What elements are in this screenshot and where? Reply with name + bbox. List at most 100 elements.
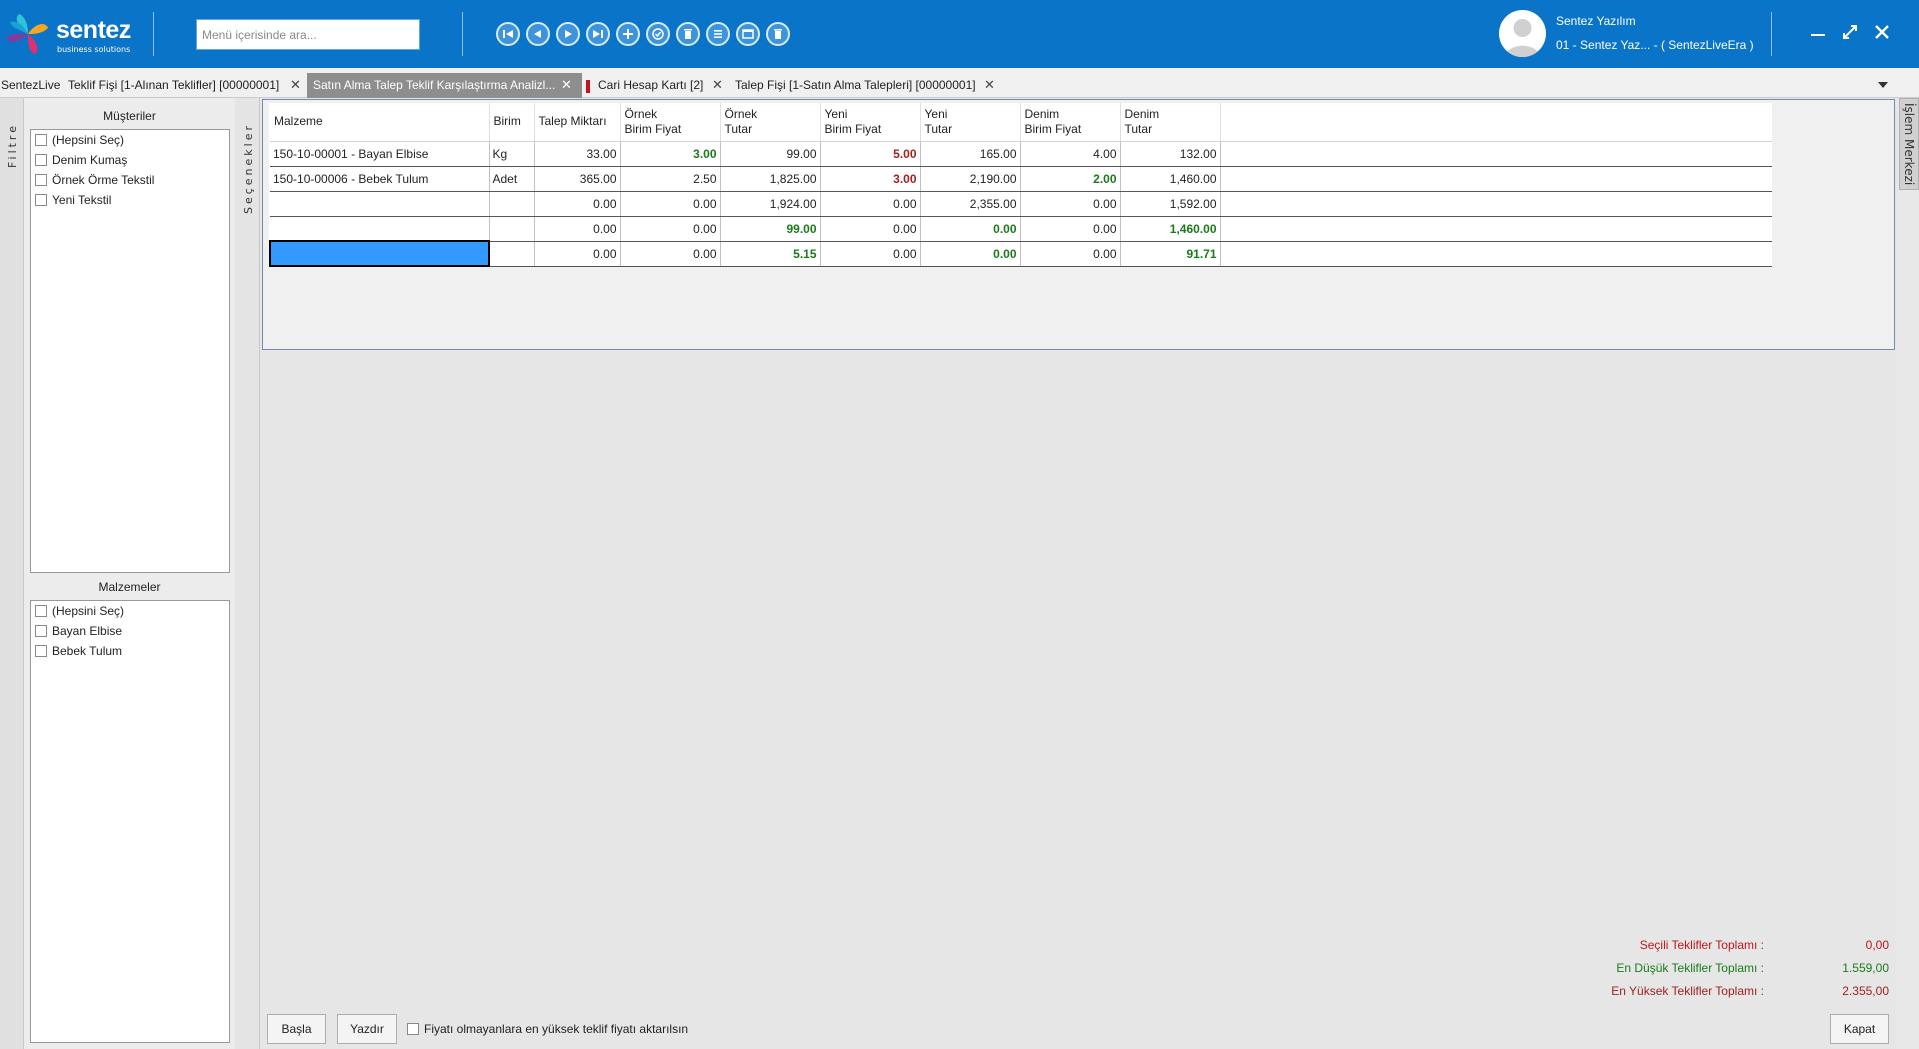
table-cell[interactable] <box>489 216 535 242</box>
tab-karsilastirma-analizi[interactable]: Satın Alma Talep Teklif Karşılaştırma An… <box>307 73 582 98</box>
table-cell[interactable]: 99.00 <box>720 141 821 167</box>
table-cell[interactable]: 1,825.00 <box>720 166 821 192</box>
table-cell[interactable]: Kg <box>489 141 535 167</box>
operations-center-label[interactable]: İşlem Merkezi <box>1902 103 1916 185</box>
previous-icon[interactable] <box>526 22 550 46</box>
tab-teklif-fisi[interactable]: Teklif Fişi [1-Alınan Teklifler] [000000… <box>68 73 279 98</box>
column-header[interactable]: Malzeme <box>270 103 490 142</box>
table-cell[interactable] <box>269 240 490 267</box>
print-button[interactable]: Yazdır <box>337 1014 397 1044</box>
table-cell[interactable]: 2.00 <box>1020 166 1121 192</box>
table-cell[interactable]: 3.00 <box>620 141 721 167</box>
table-row[interactable]: 0.00 0.00 1,924.00 0.00 2,355.00 0.00 1,592.00 <box>270 191 1772 217</box>
table-row[interactable]: 150-10-00001 - Bayan Elbise Kg 33.00 3.00 99… <box>270 141 1772 167</box>
maximize-icon[interactable] <box>1840 22 1860 42</box>
column-header[interactable]: Denim Tutar <box>1120 103 1221 142</box>
user-avatar[interactable] <box>1499 10 1546 57</box>
table-cell[interactable]: 150-10-00006 - Bebek Tulum <box>270 166 490 192</box>
minimize-icon[interactable] <box>1808 22 1828 42</box>
checkbox[interactable] <box>35 154 47 166</box>
window-icon[interactable] <box>736 22 760 46</box>
table-row[interactable]: 0.00 0.00 5.15 0.00 0.00 0.00 91.71 <box>269 240 1772 267</box>
next-icon[interactable] <box>556 22 580 46</box>
list-item[interactable]: Yeni Tekstil <box>31 190 229 210</box>
operations-center-tab[interactable]: İşlem Merkezi <box>1899 98 1919 190</box>
list-item[interactable]: (Hepsini Seç) <box>31 130 229 150</box>
table-cell[interactable]: 150-10-00001 - Bayan Elbise <box>270 141 490 167</box>
table-cell[interactable]: 0.00 <box>534 241 621 267</box>
list-item[interactable]: Bebek Tulum <box>31 641 229 661</box>
table-cell[interactable]: 132.00 <box>1120 141 1221 167</box>
approve-icon[interactable] <box>646 22 670 46</box>
table-cell[interactable]: 2.50 <box>620 166 721 192</box>
tab-talep-fisi[interactable]: Talep Fişi [1-Satın Alma Talepleri] [000… <box>735 73 976 98</box>
tab-sentezlive[interactable]: SentezLive <box>1 73 60 98</box>
trash-icon[interactable] <box>766 22 790 46</box>
column-header[interactable]: Birim <box>489 103 535 142</box>
options-label[interactable]: Seçenekler <box>242 123 255 214</box>
table-cell[interactable]: 0.00 <box>920 241 1021 267</box>
first-icon[interactable] <box>496 22 520 46</box>
table-cell[interactable]: 0.00 <box>1020 216 1121 242</box>
table-cell[interactable] <box>489 191 535 217</box>
column-header[interactable]: Yeni Birim Fiyat <box>820 103 921 142</box>
column-header[interactable]: Denim Birim Fiyat <box>1020 103 1121 142</box>
start-button[interactable]: Başla <box>267 1014 326 1044</box>
list-icon[interactable] <box>706 22 730 46</box>
table-cell[interactable]: 33.00 <box>534 141 621 167</box>
filter-strip[interactable]: Filtre <box>0 98 24 1049</box>
table-cell[interactable]: 99.00 <box>720 216 821 242</box>
delete-icon[interactable] <box>676 22 700 46</box>
table-cell[interactable]: 0.00 <box>620 191 721 217</box>
table-cell[interactable]: 4.00 <box>1020 141 1121 167</box>
tab-close-icon[interactable]: ✕ <box>561 73 572 98</box>
table-cell[interactable]: 1,592.00 <box>1120 191 1221 217</box>
checkbox[interactable] <box>35 194 47 206</box>
table-cell[interactable]: 0.00 <box>1020 191 1121 217</box>
table-cell[interactable]: 0.00 <box>820 241 921 267</box>
checkbox[interactable] <box>35 174 47 186</box>
table-cell[interactable]: 91.71 <box>1120 241 1221 267</box>
options-strip[interactable]: Seçenekler <box>235 98 260 1049</box>
table-row[interactable]: 150-10-00006 - Bebek Tulum Adet 365.00 2.50… <box>270 166 1772 192</box>
table-cell[interactable] <box>270 216 490 242</box>
table-row[interactable]: 0.00 0.00 99.00 0.00 0.00 0.00 1,460.00 <box>270 216 1772 242</box>
tab-close-icon[interactable]: ✕ <box>712 73 723 98</box>
table-cell[interactable]: 1,460.00 <box>1120 166 1221 192</box>
last-icon[interactable] <box>586 22 610 46</box>
list-item[interactable]: Denim Kumaş <box>31 150 229 170</box>
table-cell[interactable]: 0.00 <box>620 241 721 267</box>
transfer-highest-price-checkbox[interactable] <box>407 1023 419 1035</box>
table-cell[interactable]: 0.00 <box>534 216 621 242</box>
close-icon[interactable] <box>1872 22 1892 42</box>
close-button[interactable]: Kapat <box>1830 1014 1889 1044</box>
table-cell[interactable] <box>270 191 490 217</box>
add-icon[interactable] <box>616 22 640 46</box>
table-cell[interactable]: 165.00 <box>920 141 1021 167</box>
table-cell[interactable]: 0.00 <box>620 216 721 242</box>
tab-close-icon[interactable]: ✕ <box>984 73 995 98</box>
tab-close-icon[interactable]: ✕ <box>290 73 301 98</box>
column-header[interactable]: Örnek Tutar <box>720 103 821 142</box>
search-input[interactable]: Menü içerisinde ara... <box>196 19 420 50</box>
list-item[interactable]: Bayan Elbise <box>31 621 229 641</box>
checkbox[interactable] <box>35 605 47 617</box>
column-header[interactable]: Talep Miktarı <box>534 103 621 142</box>
table-cell[interactable]: 2,190.00 <box>920 166 1021 192</box>
checkbox[interactable] <box>35 625 47 637</box>
table-cell[interactable]: 5.15 <box>720 241 821 267</box>
table-cell[interactable]: 0.00 <box>820 191 921 217</box>
table-cell[interactable]: 3.00 <box>820 166 921 192</box>
tab-cari-hesap-karti[interactable]: Cari Hesap Kartı [2] <box>598 73 703 98</box>
checkbox[interactable] <box>35 134 47 146</box>
column-header[interactable]: Yeni Tutar <box>920 103 1021 142</box>
table-cell[interactable]: Adet <box>489 166 535 192</box>
table-cell[interactable]: 2,355.00 <box>920 191 1021 217</box>
table-cell[interactable]: 0.00 <box>534 191 621 217</box>
column-header[interactable]: Örnek Birim Fiyat <box>620 103 721 142</box>
transfer-highest-price-option[interactable]: Fiyatı olmayanlara en yüksek teklif fiya… <box>407 1022 688 1036</box>
filter-label[interactable]: Filtre <box>6 123 19 168</box>
list-item[interactable]: (Hepsini Seç) <box>31 601 229 621</box>
table-cell[interactable]: 1,460.00 <box>1120 216 1221 242</box>
table-cell[interactable]: 5.00 <box>820 141 921 167</box>
